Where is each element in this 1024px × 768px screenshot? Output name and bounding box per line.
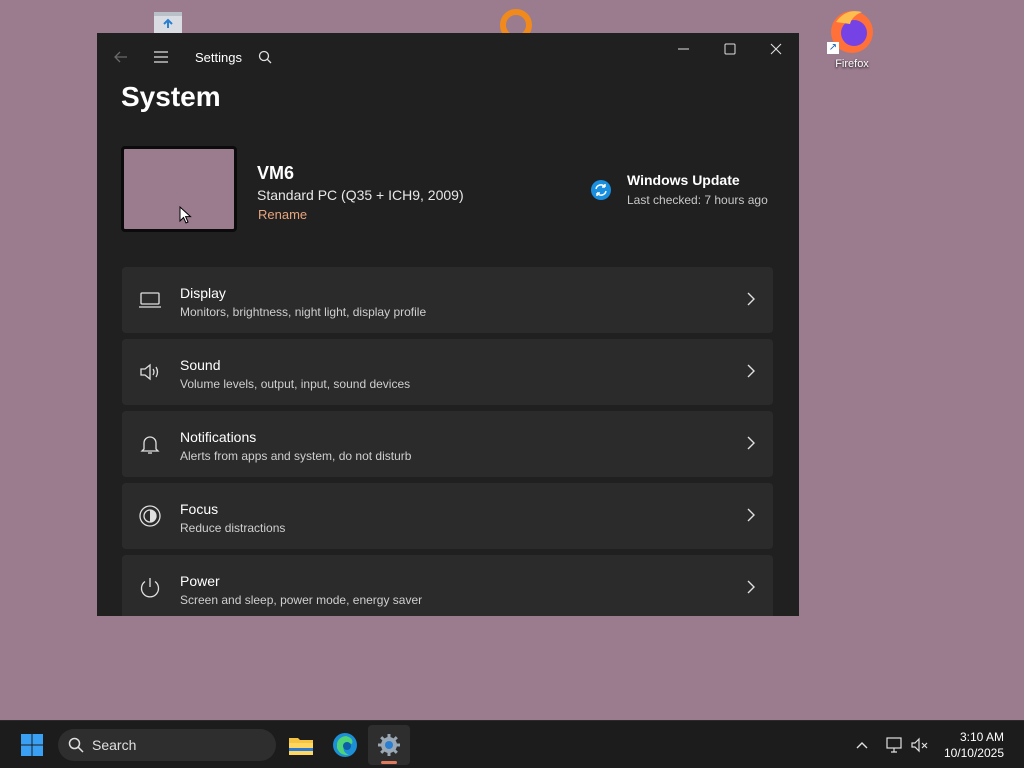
- search-icon: [68, 737, 84, 753]
- focus-icon: [139, 505, 161, 527]
- minimize-button[interactable]: [663, 39, 705, 59]
- shortcut-arrow-icon: ↗: [827, 42, 839, 54]
- back-arrow-icon: [114, 51, 127, 63]
- network-icon: [886, 737, 902, 753]
- card-subtitle: Alerts from apps and system, do not dist…: [180, 449, 412, 463]
- search-icon: [258, 50, 272, 64]
- card-subtitle: Screen and sleep, power mode, energy sav…: [180, 593, 423, 607]
- chevron-right-icon: [747, 508, 755, 522]
- card-title: Power: [180, 573, 220, 589]
- volume-tray-button[interactable]: [908, 733, 932, 757]
- card-title: Notifications: [180, 429, 257, 445]
- firefox-desktop-icon[interactable]: ↗ Firefox: [826, 6, 878, 70]
- search-button[interactable]: [253, 47, 277, 67]
- speaker-icon: [140, 363, 159, 381]
- card-subtitle: Volume levels, output, input, sound devi…: [180, 377, 411, 391]
- chevron-right-icon: [747, 580, 755, 594]
- settings-taskbar-button[interactable]: [368, 725, 410, 765]
- card-subtitle: Monitors, brightness, night light, displ…: [180, 305, 427, 319]
- card-subtitle: Reduce distractions: [180, 521, 286, 535]
- pc-model: Standard PC (Q35 + ICH9, 2009): [257, 187, 464, 203]
- clock-time: 3:10 AM: [959, 730, 1004, 744]
- minimize-icon: [678, 48, 689, 50]
- chevron-right-icon: [747, 364, 755, 378]
- chevron-right-icon: [747, 436, 755, 450]
- orange-ring-icon: [500, 9, 532, 34]
- show-hidden-icons-button[interactable]: [850, 733, 874, 757]
- app-desktop-icon[interactable]: [497, 8, 535, 34]
- card-title: Sound: [180, 357, 221, 373]
- monitor-icon: [139, 292, 161, 308]
- rename-link[interactable]: Rename: [258, 207, 307, 222]
- maximize-button[interactable]: [709, 39, 751, 59]
- notifications-card[interactable]: Notifications Alerts from apps and syste…: [122, 411, 773, 477]
- windows-update-title[interactable]: Windows Update: [627, 172, 740, 188]
- recycle-bin-desktop-icon[interactable]: [148, 8, 188, 36]
- taskbar: Search 3:10 AM 10/10/2025: [0, 720, 1024, 768]
- taskbar-clock[interactable]: 3:10 AM 10/10/2025: [944, 729, 1004, 761]
- recycle-bin-icon: [154, 12, 182, 36]
- active-app-indicator: [381, 761, 397, 764]
- app-title: Settings: [195, 50, 242, 65]
- firefox-label: Firefox: [835, 58, 869, 70]
- close-icon: [770, 43, 782, 55]
- chevron-right-icon: [747, 292, 755, 306]
- windows-update-status: Last checked: 7 hours ago: [627, 193, 768, 207]
- edge-icon: [333, 733, 357, 757]
- file-explorer-button[interactable]: [282, 727, 320, 763]
- gear-icon: [378, 734, 400, 756]
- title-bar: Settings: [97, 33, 799, 81]
- settings-window: Settings System VM6 Standard PC (Q35 + I…: [97, 33, 799, 616]
- sound-card[interactable]: Sound Volume levels, output, input, soun…: [122, 339, 773, 405]
- search-placeholder: Search: [92, 737, 137, 753]
- bell-icon: [140, 436, 160, 454]
- back-button[interactable]: [109, 47, 133, 67]
- nav-menu-button[interactable]: [149, 47, 173, 67]
- volume-muted-icon: [911, 737, 928, 753]
- edge-button[interactable]: [326, 727, 364, 763]
- clock-date: 10/10/2025: [943, 746, 1004, 760]
- page-title: System: [121, 81, 221, 112]
- chevron-up-icon: [856, 742, 868, 749]
- display-card[interactable]: Display Monitors, brightness, night ligh…: [122, 267, 773, 333]
- folder-icon: [289, 738, 313, 755]
- card-title: Display: [180, 285, 226, 301]
- network-tray-button[interactable]: [882, 733, 906, 757]
- taskbar-search[interactable]: Search: [58, 729, 276, 761]
- maximize-icon: [724, 43, 736, 55]
- windows-update-icon[interactable]: [590, 179, 612, 206]
- hamburger-icon: [154, 51, 168, 63]
- close-button[interactable]: [755, 39, 797, 59]
- power-card[interactable]: Power Screen and sleep, power mode, ener…: [122, 555, 773, 616]
- windows-logo-icon: [21, 734, 43, 756]
- pc-wallpaper-thumbnail[interactable]: [121, 146, 237, 232]
- pc-name: VM6: [257, 163, 295, 183]
- start-button[interactable]: [14, 729, 50, 761]
- mouse-cursor-icon: [179, 206, 192, 224]
- focus-card[interactable]: Focus Reduce distractions: [122, 483, 773, 549]
- power-icon: [140, 578, 160, 598]
- card-title: Focus: [180, 501, 219, 517]
- sync-icon: [591, 180, 611, 200]
